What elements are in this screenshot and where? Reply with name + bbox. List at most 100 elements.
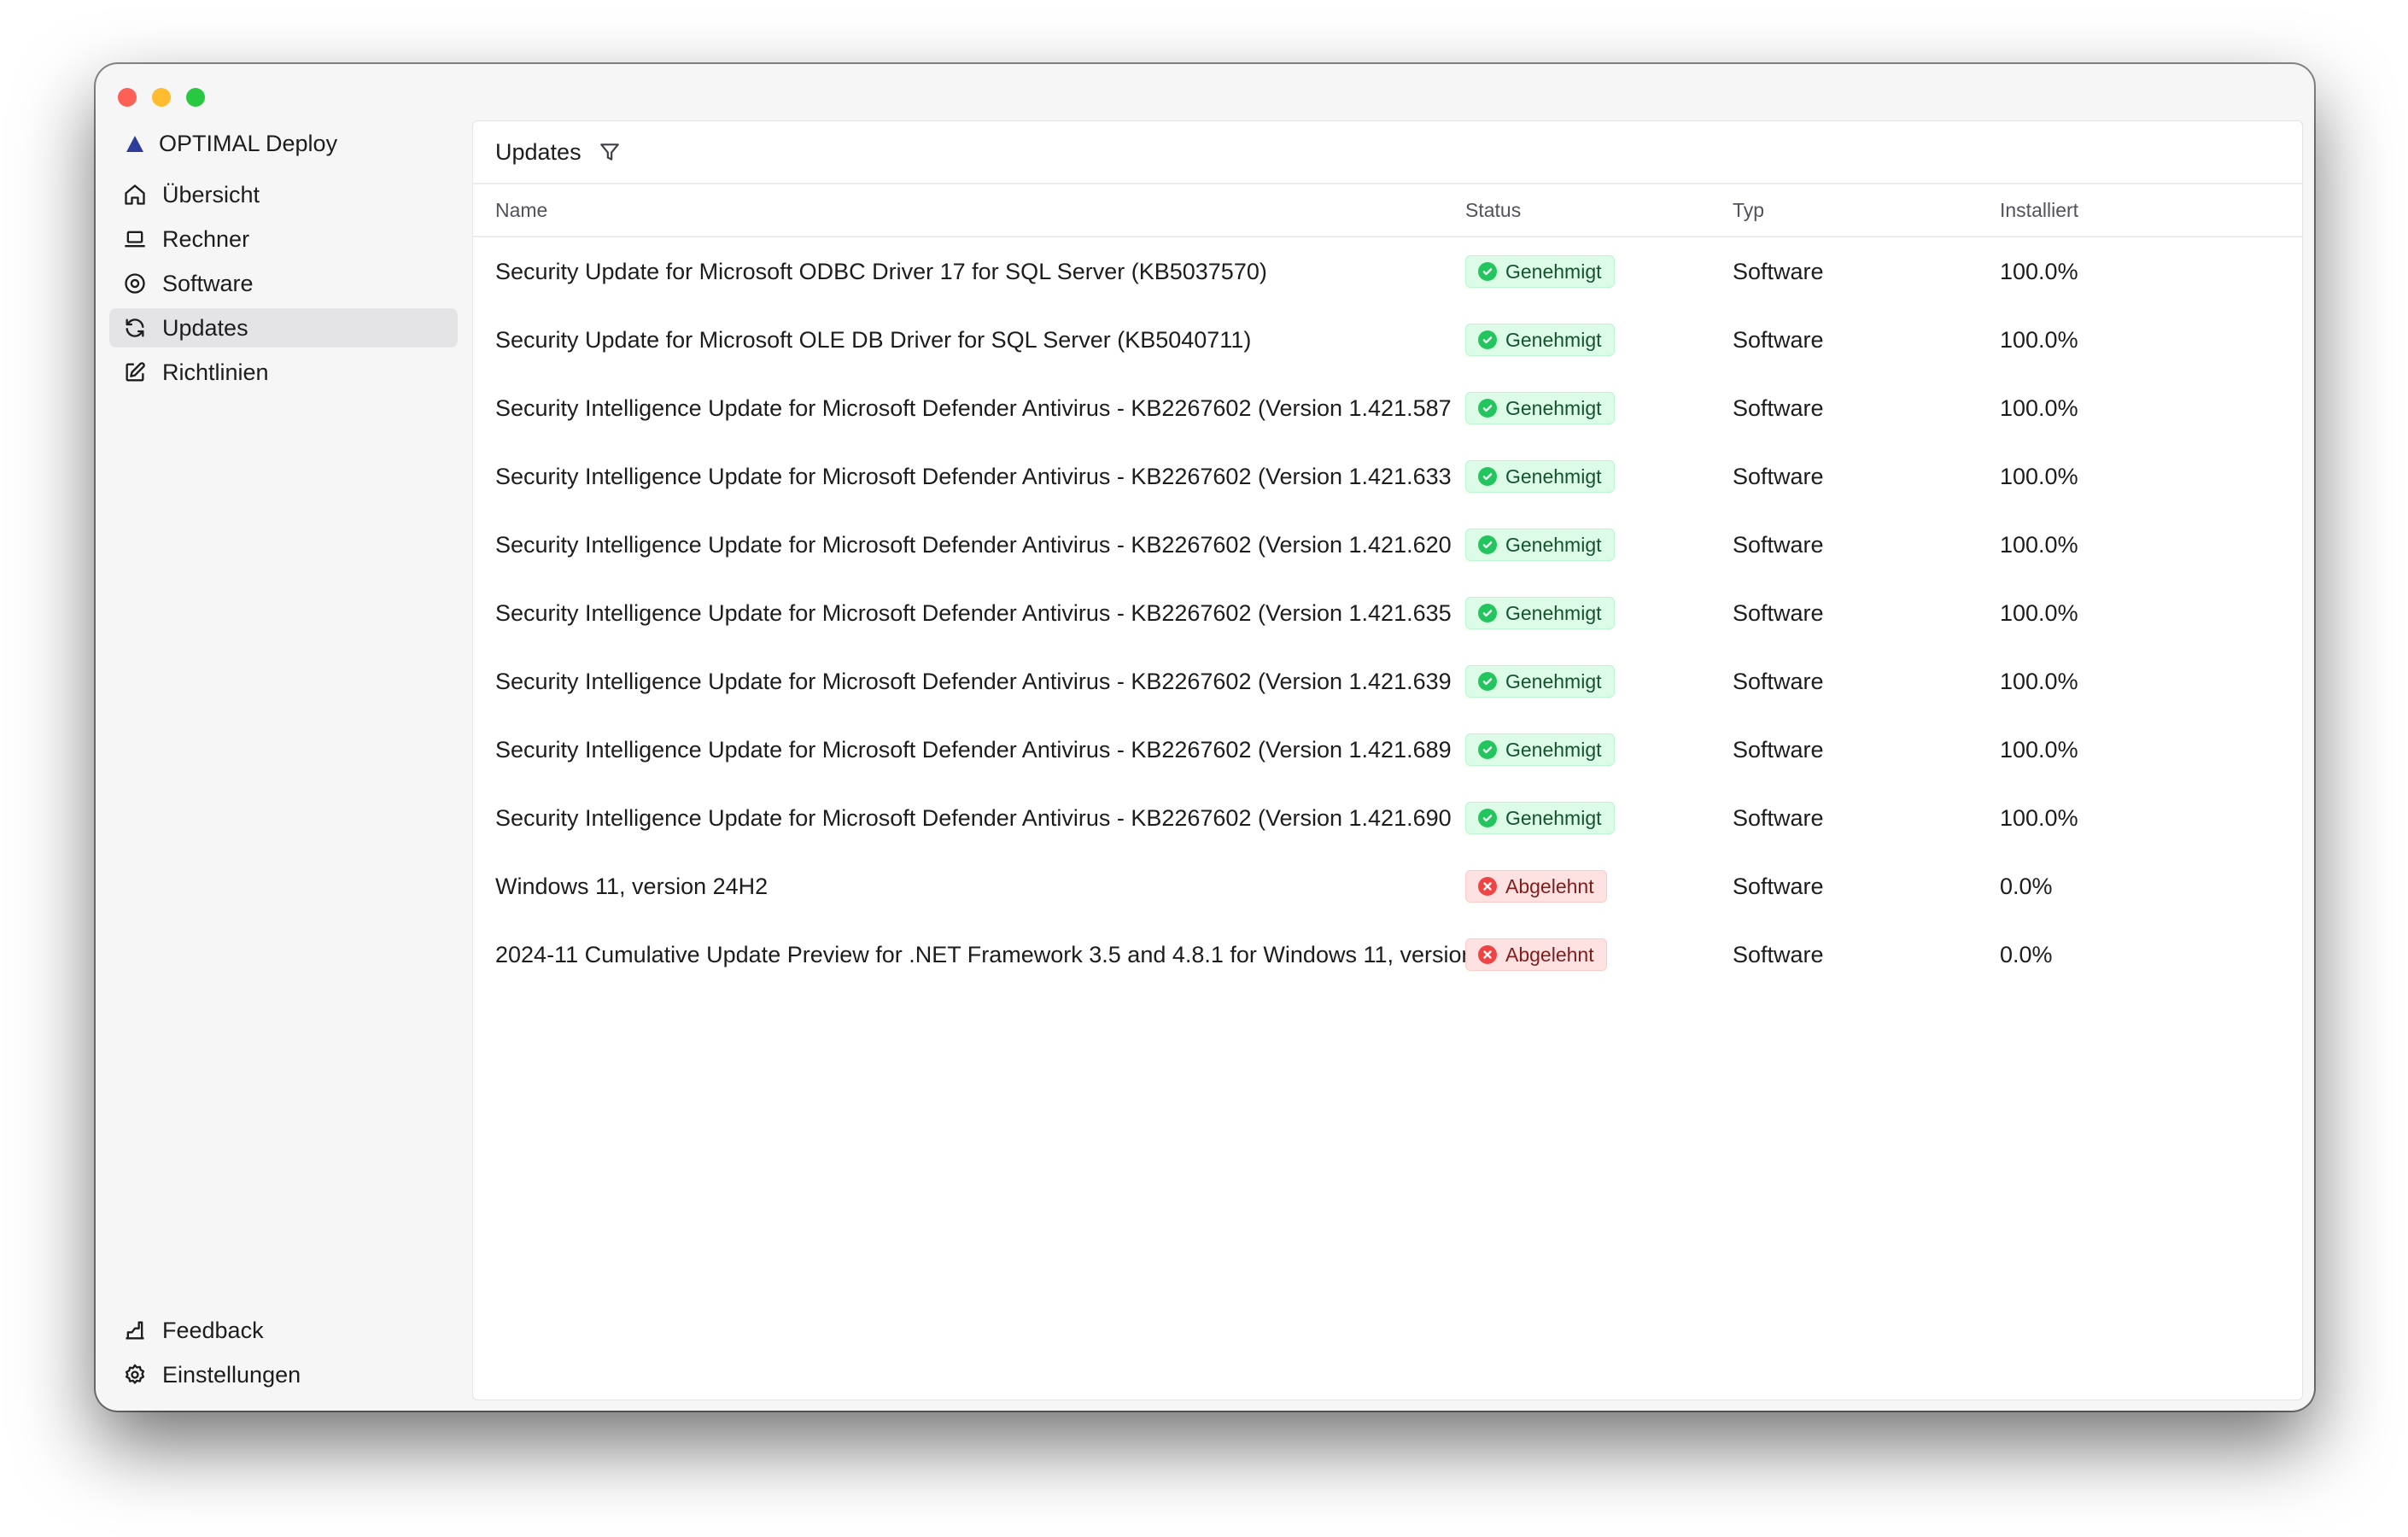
status-cell: Abgelehnt bbox=[1465, 852, 1733, 920]
update-type: Software bbox=[1733, 258, 1824, 284]
status-badge: Genehmigt bbox=[1465, 460, 1615, 493]
sidebar-item-updates[interactable]: Updates bbox=[109, 308, 458, 348]
status-badge: Abgelehnt bbox=[1465, 938, 1607, 971]
update-name: 2024-11 Cumulative Update Preview for .N… bbox=[495, 941, 1465, 967]
update-name: Security Update for Microsoft OLE DB Dri… bbox=[495, 326, 1252, 353]
status-cell: Genehmigt bbox=[1465, 511, 1733, 579]
status-badge: Genehmigt bbox=[1465, 597, 1615, 629]
update-type: Software bbox=[1733, 463, 1824, 489]
rejected-icon bbox=[1478, 945, 1497, 964]
status-label: Abgelehnt bbox=[1505, 943, 1594, 966]
sidebar-item-label: Rechner bbox=[162, 225, 250, 252]
update-type: Software bbox=[1733, 599, 1824, 626]
status-label: Genehmigt bbox=[1505, 328, 1602, 351]
installed-percentage: 100.0% bbox=[2000, 258, 2078, 284]
table-body: Security Update for Microsoft ODBC Drive… bbox=[473, 237, 2302, 989]
status-cell: Genehmigt bbox=[1465, 579, 1733, 647]
software-icon bbox=[123, 272, 147, 295]
status-badge: Genehmigt bbox=[1465, 392, 1615, 424]
status-badge: Genehmigt bbox=[1465, 733, 1615, 766]
home-icon bbox=[123, 183, 147, 207]
laptop-icon bbox=[123, 227, 147, 251]
sidebar: OPTIMAL Deploy Übersicht Rechner Softwar… bbox=[96, 64, 471, 1411]
sidebar-item-label: Richtlinien bbox=[162, 359, 269, 385]
check-circle-icon bbox=[1478, 672, 1497, 691]
table-row[interactable]: Security Intelligence Update for Microso… bbox=[473, 784, 2302, 852]
installed-percentage: 0.0% bbox=[2000, 941, 2053, 967]
sidebar-item-rechner[interactable]: Rechner bbox=[109, 219, 458, 259]
status-label: Abgelehnt bbox=[1505, 874, 1594, 897]
status-cell: Genehmigt bbox=[1465, 784, 1733, 852]
column-header-name[interactable]: Name bbox=[473, 184, 1465, 237]
sidebar-bottom-nav: Feedback Einstellungen bbox=[109, 1311, 458, 1400]
update-type: Software bbox=[1733, 941, 1824, 967]
page-title: Updates bbox=[495, 138, 582, 165]
app-name: OPTIMAL Deploy bbox=[159, 131, 338, 156]
table-row[interactable]: Security Intelligence Update for Microso… bbox=[473, 716, 2302, 784]
table-row[interactable]: Security Update for Microsoft OLE DB Dri… bbox=[473, 306, 2302, 374]
update-type: Software bbox=[1733, 326, 1824, 353]
sidebar-item-label: Feedback bbox=[162, 1317, 264, 1343]
table-row[interactable]: Security Update for Microsoft ODBC Drive… bbox=[473, 237, 2302, 306]
sidebar-item-label: Einstellungen bbox=[162, 1361, 301, 1388]
table-row[interactable]: Security Intelligence Update for Microso… bbox=[473, 647, 2302, 716]
status-cell: Genehmigt bbox=[1465, 647, 1733, 716]
column-header-type[interactable]: Typ bbox=[1733, 184, 2000, 237]
column-header-status[interactable]: Status bbox=[1465, 184, 1733, 237]
table-row[interactable]: 2024-11 Cumulative Update Preview for .N… bbox=[473, 920, 2302, 989]
update-name: Security Intelligence Update for Microso… bbox=[495, 804, 1452, 831]
status-label: Genehmigt bbox=[1505, 601, 1602, 624]
status-badge: Genehmigt bbox=[1465, 802, 1615, 834]
table-row[interactable]: Windows 11, version 24H2 Abgelehnt Softw… bbox=[473, 852, 2302, 920]
status-label: Genehmigt bbox=[1505, 396, 1602, 419]
sidebar-item-feedback[interactable]: Feedback bbox=[109, 1311, 458, 1350]
sidebar-item-software[interactable]: Software bbox=[109, 264, 458, 303]
status-label: Genehmigt bbox=[1505, 465, 1602, 488]
check-circle-icon bbox=[1478, 330, 1497, 349]
installed-percentage: 100.0% bbox=[2000, 394, 2078, 421]
update-name: Security Intelligence Update for Microso… bbox=[495, 394, 1452, 421]
update-name: Security Intelligence Update for Microso… bbox=[495, 531, 1452, 558]
refresh-icon bbox=[123, 316, 147, 340]
status-badge: Genehmigt bbox=[1465, 665, 1615, 698]
sidebar-item-einstellungen[interactable]: Einstellungen bbox=[109, 1355, 458, 1394]
page-header: Updates bbox=[473, 121, 2302, 184]
check-circle-icon bbox=[1478, 604, 1497, 622]
status-badge: Genehmigt bbox=[1465, 255, 1615, 288]
update-type: Software bbox=[1733, 804, 1824, 831]
status-label: Genehmigt bbox=[1505, 260, 1602, 283]
sidebar-item-richtlinien[interactable]: Richtlinien bbox=[109, 353, 458, 392]
table-row[interactable]: Security Intelligence Update for Microso… bbox=[473, 511, 2302, 579]
table-header-row: Name Status Typ Installiert bbox=[473, 184, 2302, 237]
status-label: Genehmigt bbox=[1505, 806, 1602, 829]
installed-percentage: 100.0% bbox=[2000, 599, 2078, 626]
status-badge: Genehmigt bbox=[1465, 529, 1615, 561]
sidebar-item-label: Updates bbox=[162, 314, 248, 341]
check-circle-icon bbox=[1478, 262, 1497, 281]
table-row[interactable]: Security Intelligence Update for Microso… bbox=[473, 579, 2302, 647]
update-type: Software bbox=[1733, 736, 1824, 763]
status-cell: Genehmigt bbox=[1465, 374, 1733, 442]
update-name: Security Update for Microsoft ODBC Drive… bbox=[495, 258, 1267, 284]
updates-table: Name Status Typ Installiert Security Upd… bbox=[473, 184, 2302, 989]
installed-percentage: 0.0% bbox=[2000, 873, 2053, 899]
update-name: Security Intelligence Update for Microso… bbox=[495, 668, 1452, 694]
column-header-installed[interactable]: Installiert bbox=[2000, 184, 2302, 237]
filter-icon[interactable] bbox=[599, 141, 621, 163]
installed-percentage: 100.0% bbox=[2000, 463, 2078, 489]
main-panel: Updates Name Status Typ Installiert Secu… bbox=[472, 120, 2303, 1400]
update-name: Security Intelligence Update for Microso… bbox=[495, 463, 1452, 489]
status-cell: Genehmigt bbox=[1465, 442, 1733, 511]
table-row[interactable]: Security Intelligence Update for Microso… bbox=[473, 442, 2302, 511]
update-type: Software bbox=[1733, 531, 1824, 558]
status-badge: Genehmigt bbox=[1465, 324, 1615, 356]
table-row[interactable]: Security Intelligence Update for Microso… bbox=[473, 374, 2302, 442]
check-circle-icon bbox=[1478, 809, 1497, 827]
update-type: Software bbox=[1733, 394, 1824, 421]
status-label: Genehmigt bbox=[1505, 533, 1602, 556]
check-circle-icon bbox=[1478, 467, 1497, 486]
check-circle-icon bbox=[1478, 399, 1497, 418]
status-cell: Genehmigt bbox=[1465, 237, 1733, 306]
installed-percentage: 100.0% bbox=[2000, 668, 2078, 694]
sidebar-item-uebersicht[interactable]: Übersicht bbox=[109, 175, 458, 214]
